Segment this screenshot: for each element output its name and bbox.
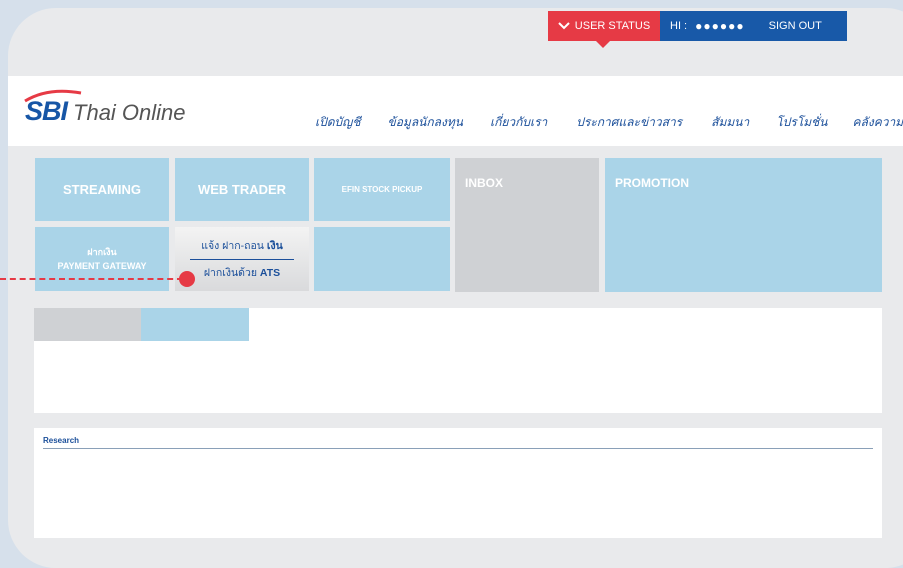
- logo-swoosh-icon: [24, 89, 82, 103]
- nav-item-investor-info[interactable]: ข้อมูลนักลงทุน: [388, 113, 463, 132]
- main-nav: เปิดบัญชี ข้อมูลนักลงทุน เกี่ยวกับเรา ปร…: [315, 113, 903, 132]
- status-pointer: [596, 41, 610, 48]
- tab-2[interactable]: [141, 308, 249, 341]
- notify-bold: เงิน: [266, 240, 283, 252]
- payment-gateway-tile[interactable]: ฝากเงิน PAYMENT GATEWAY: [35, 227, 169, 291]
- user-status-button[interactable]: USER STATUS: [548, 11, 660, 48]
- user-status-label: USER STATUS: [574, 20, 651, 32]
- inbox-tile[interactable]: INBOX: [455, 158, 599, 292]
- nav-item-about-us[interactable]: เกี่ยวกับเรา: [490, 113, 547, 132]
- tab-1[interactable]: [34, 308, 141, 341]
- research-divider: [43, 448, 873, 449]
- ats-panel: แจ้ง ฝาก-ถอน เงิน ฝากเงินด้วย ATS: [175, 227, 309, 291]
- nav-item-open-account[interactable]: เปิดบัญชี: [315, 113, 361, 132]
- sbi-logo[interactable]: SBI Thai Online: [24, 89, 186, 127]
- pointer-dashed-line: [0, 278, 183, 280]
- user-greeting: HI : ●●●●●● SIGN OUT: [660, 11, 847, 41]
- promotion-tile[interactable]: PROMOTION: [605, 158, 882, 292]
- notify-deposit-withdraw-link[interactable]: แจ้ง ฝาก-ถอน เงิน: [201, 237, 283, 254]
- logo-subtitle: Thai Online: [73, 100, 186, 125]
- sign-out-link[interactable]: SIGN OUT: [769, 20, 822, 32]
- ats-deposit-link[interactable]: ฝากเงินด้วย ATS: [204, 264, 280, 281]
- chevron-down-icon: [558, 22, 570, 30]
- ats-prefix: ฝากเงินด้วย: [203, 267, 257, 279]
- hi-label: HI :: [670, 20, 688, 32]
- payment-gateway-label: PAYMENT GATEWAY: [57, 261, 147, 271]
- deposit-label: ฝากเงิน: [87, 247, 117, 257]
- ats-bold: ATS: [259, 267, 281, 279]
- ats-divider: [190, 259, 294, 260]
- nav-item-seminar[interactable]: สัมมนา: [711, 113, 749, 132]
- efin-stock-pickup-tile[interactable]: EFIN STOCK PICKUP: [314, 158, 450, 221]
- research-heading: Research: [43, 436, 80, 445]
- masked-username: ●●●●●●: [695, 19, 745, 33]
- research-panel: Research: [34, 428, 882, 538]
- streaming-tile[interactable]: STREAMING: [35, 158, 169, 221]
- logo-brand: SBI: [24, 89, 82, 127]
- web-trader-tile[interactable]: WEB TRADER: [175, 158, 309, 221]
- nav-item-promotion[interactable]: โปรโมชั่น: [776, 113, 827, 132]
- nav-item-news[interactable]: ประกาศและข่าวสาร: [576, 113, 682, 132]
- pointer-dot: [179, 271, 195, 287]
- user-bar: USER STATUS HI : ●●●●●● SIGN OUT: [548, 11, 847, 48]
- notify-prefix: แจ้ง ฝาก-ถอน: [201, 240, 264, 252]
- nav-item-knowledge[interactable]: คลังความรู้: [852, 113, 903, 132]
- empty-tile[interactable]: [314, 227, 450, 291]
